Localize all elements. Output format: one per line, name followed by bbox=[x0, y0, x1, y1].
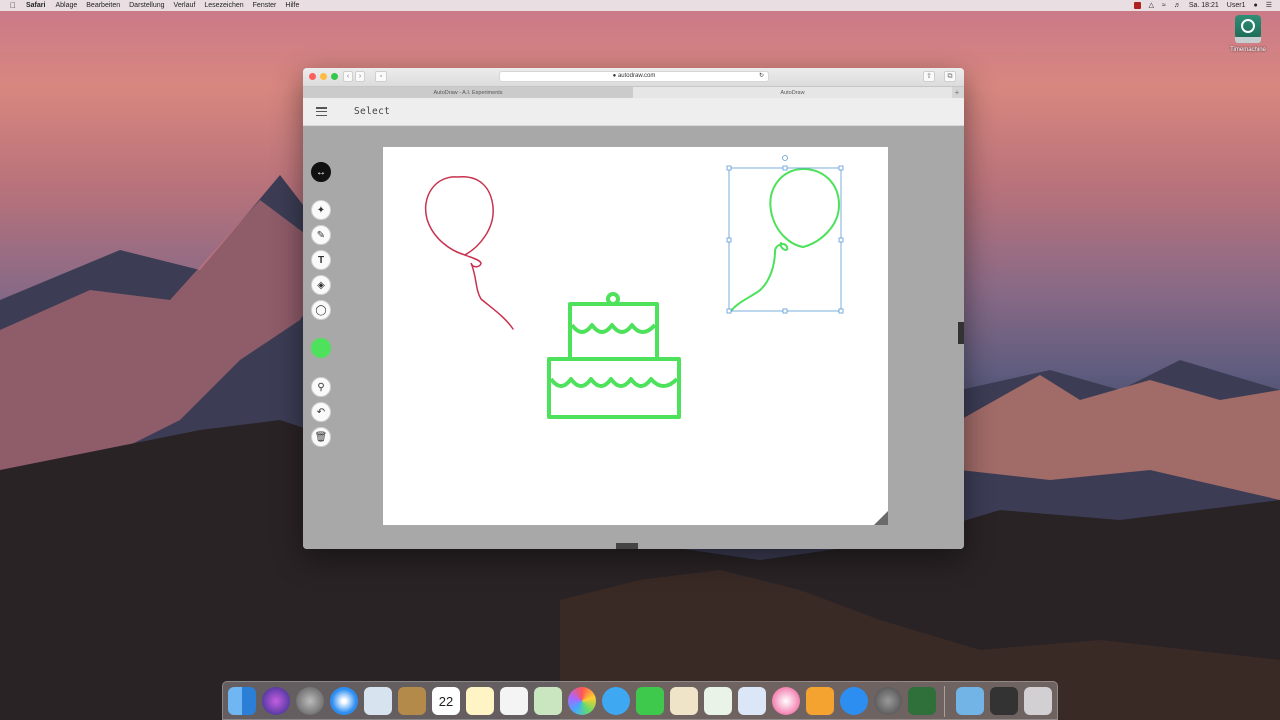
camtasia-icon[interactable] bbox=[908, 687, 936, 715]
numbers-icon[interactable] bbox=[704, 687, 732, 715]
maps-icon[interactable] bbox=[534, 687, 562, 715]
system-preferences-icon[interactable] bbox=[874, 687, 902, 715]
balloon-sketch[interactable] bbox=[424, 176, 514, 330]
reload-icon[interactable]: ↻ bbox=[759, 72, 764, 81]
ibooks-icon[interactable] bbox=[806, 687, 834, 715]
share-icon[interactable]: ⇧ bbox=[923, 71, 935, 82]
drive-icon bbox=[1235, 15, 1261, 43]
notes-icon[interactable] bbox=[466, 687, 494, 715]
menu-bearbeiten[interactable]: Bearbeiten bbox=[86, 0, 120, 11]
reminders-icon[interactable] bbox=[500, 687, 528, 715]
photos-icon[interactable] bbox=[568, 687, 596, 715]
launchpad-icon[interactable] bbox=[296, 687, 324, 715]
fill-tool-button[interactable]: ◈ bbox=[311, 275, 331, 295]
forward-button[interactable]: › bbox=[355, 71, 365, 82]
messages-icon[interactable] bbox=[602, 687, 630, 715]
menu-darstellung[interactable]: Darstellung bbox=[129, 0, 164, 11]
minimize-window-icon[interactable] bbox=[320, 73, 327, 80]
autodraw-tool-button[interactable]: ✦ bbox=[311, 200, 331, 220]
apple-icon[interactable]:  bbox=[10, 0, 20, 11]
canvas-resize-handle[interactable] bbox=[874, 511, 888, 525]
autodraw-sparkle-icon: ✦ bbox=[316, 204, 326, 216]
text-t-icon: T bbox=[317, 254, 325, 266]
app-store-icon[interactable] bbox=[840, 687, 868, 715]
fill-bucket-icon: ◈ bbox=[317, 279, 325, 291]
notification-center-icon[interactable]: ☰ bbox=[1266, 0, 1272, 11]
mode-label: Select bbox=[354, 106, 391, 117]
balloon-selected[interactable] bbox=[730, 167, 841, 312]
tab-bar: AutoDraw - A.I. Experiments AutoDraw + bbox=[303, 86, 964, 99]
rotate-handle-icon bbox=[782, 155, 788, 161]
calendar-day: 22 bbox=[438, 694, 454, 709]
zoom-icon: ⚲ bbox=[317, 381, 325, 393]
drawing-canvas[interactable] bbox=[383, 147, 888, 525]
vertical-scrollbar[interactable] bbox=[958, 322, 964, 344]
finder-icon[interactable] bbox=[228, 687, 256, 715]
menu-fenster[interactable]: Fenster bbox=[253, 0, 277, 11]
airplay-icon[interactable]: △ bbox=[1149, 0, 1154, 11]
menu-hilfe[interactable]: Hilfe bbox=[285, 0, 299, 11]
recent-app-icon[interactable] bbox=[990, 687, 1018, 715]
trash-icon: 🗑 bbox=[314, 431, 328, 443]
calendar-icon[interactable]: 22 bbox=[432, 687, 460, 715]
autodraw-header: Select bbox=[303, 98, 964, 126]
facetime-icon[interactable] bbox=[636, 687, 664, 715]
work-area: ↔ ✦ ✎ T ◈ ◯ ⚲ ↶ 🗑 bbox=[303, 126, 964, 549]
select-tool-button[interactable]: ↔ bbox=[311, 162, 331, 182]
menu-app-name[interactable]: Safari bbox=[26, 0, 45, 11]
undo-icon: ↶ bbox=[316, 406, 326, 418]
shape-icon: ◯ bbox=[315, 304, 327, 316]
siri-icon[interactable] bbox=[262, 687, 290, 715]
trash-dock-icon[interactable] bbox=[1024, 687, 1052, 715]
zoom-tool-button[interactable]: ⚲ bbox=[311, 377, 331, 397]
menu-verlauf[interactable]: Verlauf bbox=[174, 0, 196, 11]
volume-icon[interactable]: ♬ bbox=[1174, 0, 1181, 11]
safari-dock-icon[interactable] bbox=[330, 687, 358, 715]
undo-button[interactable]: ↶ bbox=[311, 402, 331, 422]
safari-window: ‹ › ▫ ● autodraw.com ↻ ⇧ ⧉ AutoDraw - A.… bbox=[303, 68, 964, 549]
cake-drawing[interactable] bbox=[547, 292, 681, 419]
menu-bar:  Safari Ablage Bearbeiten Darstellung V… bbox=[0, 0, 1280, 11]
pages-icon[interactable] bbox=[670, 687, 698, 715]
move-arrows-icon: ↔ bbox=[316, 166, 326, 178]
color-picker-button[interactable] bbox=[311, 338, 331, 358]
menu-lesezeichen[interactable]: Lesezeichen bbox=[204, 0, 243, 11]
itunes-icon[interactable] bbox=[772, 687, 800, 715]
type-tool-button[interactable]: T bbox=[311, 250, 331, 270]
close-window-icon[interactable] bbox=[309, 73, 316, 80]
timemachine-desktop-icon[interactable]: Timemachine bbox=[1226, 15, 1270, 53]
address-bar[interactable]: ● autodraw.com ↻ bbox=[499, 71, 769, 82]
menu-ablage[interactable]: Ablage bbox=[55, 0, 77, 11]
contacts-icon[interactable] bbox=[398, 687, 426, 715]
window-titlebar: ‹ › ▫ ● autodraw.com ↻ ⇧ ⧉ bbox=[303, 68, 964, 86]
wifi-icon[interactable]: ≈ bbox=[1162, 0, 1166, 11]
dock: 22 bbox=[222, 681, 1058, 720]
spotlight-icon[interactable]: ● bbox=[1253, 0, 1257, 11]
shape-tool-button[interactable]: ◯ bbox=[311, 300, 331, 320]
maximize-window-icon[interactable] bbox=[331, 73, 338, 80]
address-text: autodraw.com bbox=[617, 73, 656, 79]
timemachine-label: Timemachine bbox=[1230, 47, 1266, 53]
tabs-overview-icon[interactable]: ⧉ bbox=[944, 71, 956, 82]
horizontal-scrollbar[interactable] bbox=[616, 543, 638, 549]
preview-icon[interactable] bbox=[364, 687, 392, 715]
draw-tool-button[interactable]: ✎ bbox=[311, 225, 331, 245]
downloads-folder-icon[interactable] bbox=[956, 687, 984, 715]
menu-user[interactable]: User1 bbox=[1227, 0, 1246, 11]
back-button[interactable]: ‹ bbox=[343, 71, 353, 82]
hamburger-menu-icon[interactable] bbox=[316, 107, 327, 117]
sidebar-toggle-icon[interactable]: ▫ bbox=[375, 71, 387, 82]
keynote-icon[interactable] bbox=[738, 687, 766, 715]
delete-button[interactable]: 🗑 bbox=[311, 427, 331, 447]
recording-icon[interactable] bbox=[1133, 2, 1141, 9]
menu-clock[interactable]: Sa. 18:21 bbox=[1189, 0, 1219, 11]
dock-separator bbox=[944, 686, 945, 717]
pencil-icon: ✎ bbox=[316, 229, 326, 241]
